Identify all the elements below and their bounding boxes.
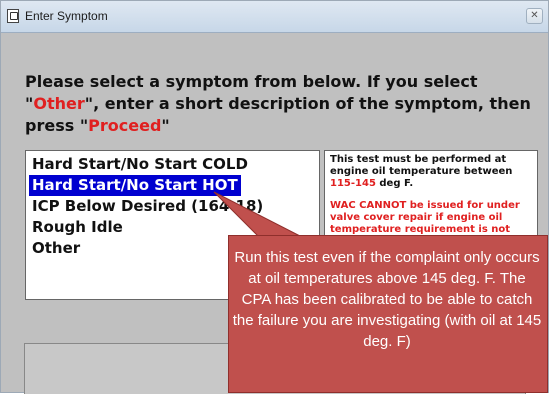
instruction-text: Please select a symptom from below. If y… (25, 72, 531, 135)
other-keyword: Other (33, 94, 85, 113)
symptom-item-rough-idle[interactable]: Rough Idle (29, 217, 126, 238)
temperature-range: 115-145 (330, 178, 376, 189)
symptom-item-hard-start-cold[interactable]: Hard Start/No Start COLD (29, 154, 251, 175)
app-icon (7, 9, 19, 23)
symptom-item-icp-below-desired[interactable]: ICP Below Desired (164-18) (29, 196, 266, 217)
title-bar[interactable]: Enter Symptom ✕ (1, 1, 548, 33)
close-button[interactable]: ✕ (526, 8, 543, 24)
symptom-item-other[interactable]: Other (29, 238, 83, 259)
proceed-keyword: Proceed (88, 116, 162, 135)
window-title: Enter Symptom (25, 9, 108, 23)
temperature-requirement-text: This test must be performed at engine oi… (330, 154, 513, 189)
symptom-item-hard-start-hot[interactable]: Hard Start/No Start HOT (29, 175, 241, 196)
callout-text: Run this test even if the complaint only… (232, 249, 542, 350)
